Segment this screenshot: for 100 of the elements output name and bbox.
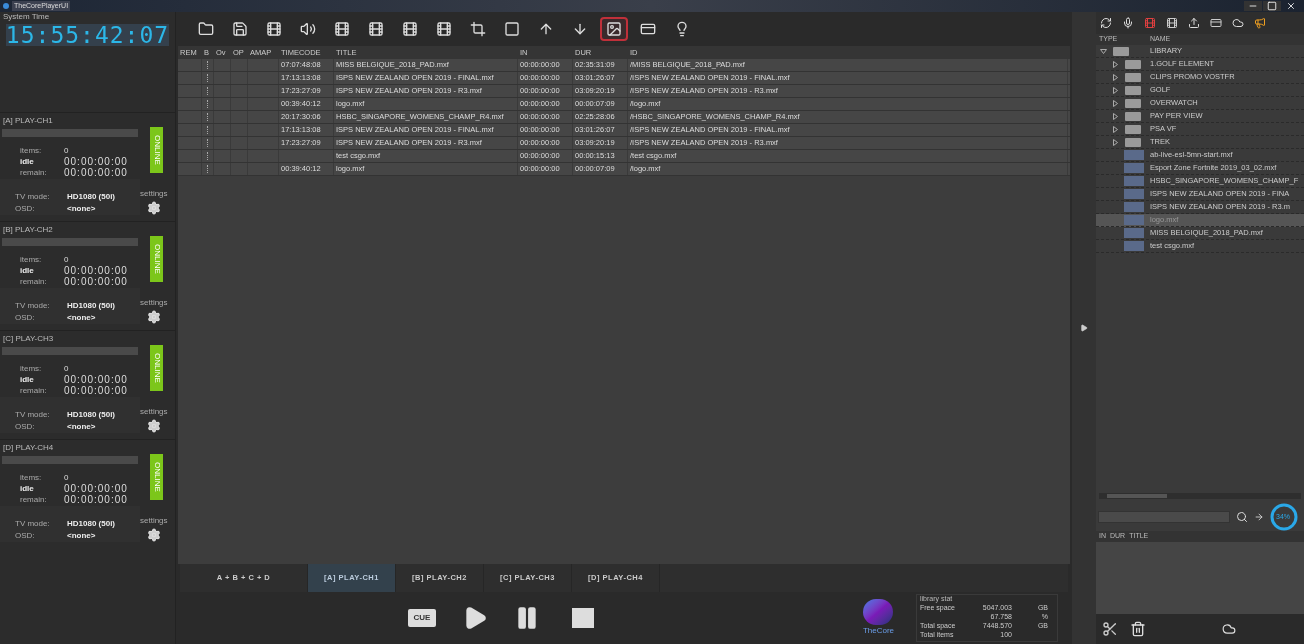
thumbnail-placeholder (1124, 189, 1144, 199)
settings-icon[interactable] (146, 419, 161, 433)
folder-icon (1125, 85, 1141, 95)
folder-icon (1125, 111, 1141, 121)
status-badge: ONLINE (150, 236, 163, 282)
tv-mode-value: HD1080 (50i) (67, 300, 117, 312)
tv-mode-value: HD1080 (50i) (67, 409, 117, 421)
thumbnail-placeholder (1124, 241, 1144, 251)
thumbnail-placeholder (1124, 163, 1144, 173)
osd-label: OSD: (15, 203, 36, 215)
app-icon (3, 3, 9, 9)
folder-icon (1125, 137, 1141, 147)
settings-icon[interactable] (146, 310, 161, 324)
scissors-icon[interactable] (1102, 621, 1118, 637)
items-count: 0 (64, 254, 70, 265)
refresh-icon[interactable] (1100, 17, 1112, 29)
system-clock: 15:55:42:07 (6, 24, 169, 46)
folder-icon (1125, 72, 1141, 82)
cloud-icon[interactable] (1232, 17, 1244, 29)
microphone-icon[interactable] (1122, 17, 1134, 29)
remain-code: 00:00:00:00 (64, 276, 129, 287)
state-label: idle (20, 374, 35, 385)
collapsed-arrow-icon[interactable] (1112, 138, 1119, 146)
scrollbar[interactable] (1099, 493, 1301, 499)
maximize-icon[interactable] (1263, 1, 1281, 11)
search-icon[interactable] (1236, 511, 1248, 523)
items-label: items: (20, 145, 43, 156)
remain-label: remain: (20, 494, 48, 505)
state-label: idle (20, 265, 35, 276)
tv-mode-label: TV mode: (15, 300, 51, 312)
upload-icon[interactable] (1188, 17, 1200, 29)
thumbnail-placeholder (1124, 228, 1144, 238)
collapsed-arrow-icon[interactable] (1112, 86, 1119, 94)
remain-code: 00:00:00:00 (64, 494, 129, 505)
channel-name: [C] PLAY-CH3 (2, 333, 55, 345)
remain-code: 00:00:00:00 (64, 385, 129, 396)
items-label: items: (20, 363, 43, 374)
collapsed-arrow-icon[interactable] (1112, 60, 1119, 68)
state-label: idle (20, 483, 35, 494)
film-icon[interactable] (1166, 17, 1178, 29)
minimize-icon[interactable] (1244, 1, 1262, 11)
time-code: 00:00:00:00 (64, 265, 129, 276)
status-badge: ONLINE (150, 345, 163, 391)
folder-icon (1125, 98, 1141, 108)
osd-label: OSD: (15, 530, 36, 542)
folder-icon (1113, 46, 1129, 56)
items-count: 0 (64, 145, 70, 156)
settings-icon[interactable] (146, 201, 161, 215)
settings-label: settings (140, 516, 168, 526)
thumbnail-placeholder (1124, 176, 1144, 186)
settings-icon[interactable] (146, 528, 161, 542)
items-label: items: (20, 472, 43, 483)
cue-button[interactable]: CUE (408, 609, 436, 627)
status-badge: ONLINE (150, 127, 163, 173)
osd-label: OSD: (15, 421, 36, 433)
tv-mode-label: TV mode: (15, 409, 51, 421)
thumbnail-placeholder (1124, 150, 1144, 160)
osd-value: <none> (67, 203, 97, 215)
time-code: 00:00:00:00 (64, 483, 129, 494)
settings-label: settings (140, 407, 168, 417)
collapsed-arrow-icon[interactable] (1112, 99, 1119, 107)
time-code: 00:00:00:00 (64, 374, 129, 385)
remain-label: remain: (20, 167, 48, 178)
expanded-arrow-icon[interactable] (1100, 47, 1107, 55)
osd-value: <none> (67, 312, 97, 324)
trash-icon[interactable] (1130, 621, 1146, 637)
thumbnail-placeholder (1124, 215, 1144, 225)
channel-name: [A] PLAY-CH1 (2, 115, 54, 127)
remain-label: remain: (20, 276, 48, 287)
tv-mode-label: TV mode: (15, 518, 51, 530)
status-badge: ONLINE (150, 454, 163, 500)
remain-label: remain: (20, 385, 48, 396)
osd-value: <none> (67, 421, 97, 433)
collapsed-arrow-icon[interactable] (1112, 73, 1119, 81)
items-count: 0 (64, 472, 70, 483)
osd-value: <none> (67, 530, 97, 542)
tv-mode-value: HD1080 (50i) (67, 518, 117, 530)
logo-icon (863, 599, 894, 625)
system-time-label: System Time (2, 12, 51, 22)
time-code: 00:00:00:00 (64, 156, 129, 167)
osd-label: OSD: (15, 312, 36, 324)
image-icon[interactable] (600, 17, 628, 41)
state-label: idle (20, 156, 35, 167)
expand-arrow-icon[interactable] (1080, 324, 1088, 332)
film-delete-icon[interactable] (1144, 17, 1156, 29)
arrow-right-icon[interactable] (1254, 512, 1264, 522)
channel-name: [D] PLAY-CH4 (2, 442, 55, 454)
card-icon[interactable] (1210, 17, 1222, 29)
thumbnail-placeholder (1124, 202, 1144, 212)
progress-ring (1270, 503, 1298, 531)
remain-code: 00:00:00:00 (64, 167, 129, 178)
cloud-icon[interactable] (1222, 622, 1236, 636)
tv-mode-label: TV mode: (15, 191, 51, 203)
settings-label: settings (140, 189, 168, 199)
tv-mode-value: HD1080 (50i) (67, 191, 117, 203)
channel-name: [B] PLAY-CH2 (2, 224, 54, 236)
collapsed-arrow-icon[interactable] (1112, 125, 1119, 133)
items-count: 0 (64, 363, 70, 374)
collapsed-arrow-icon[interactable] (1112, 112, 1119, 120)
megaphone-icon[interactable] (1254, 17, 1266, 29)
